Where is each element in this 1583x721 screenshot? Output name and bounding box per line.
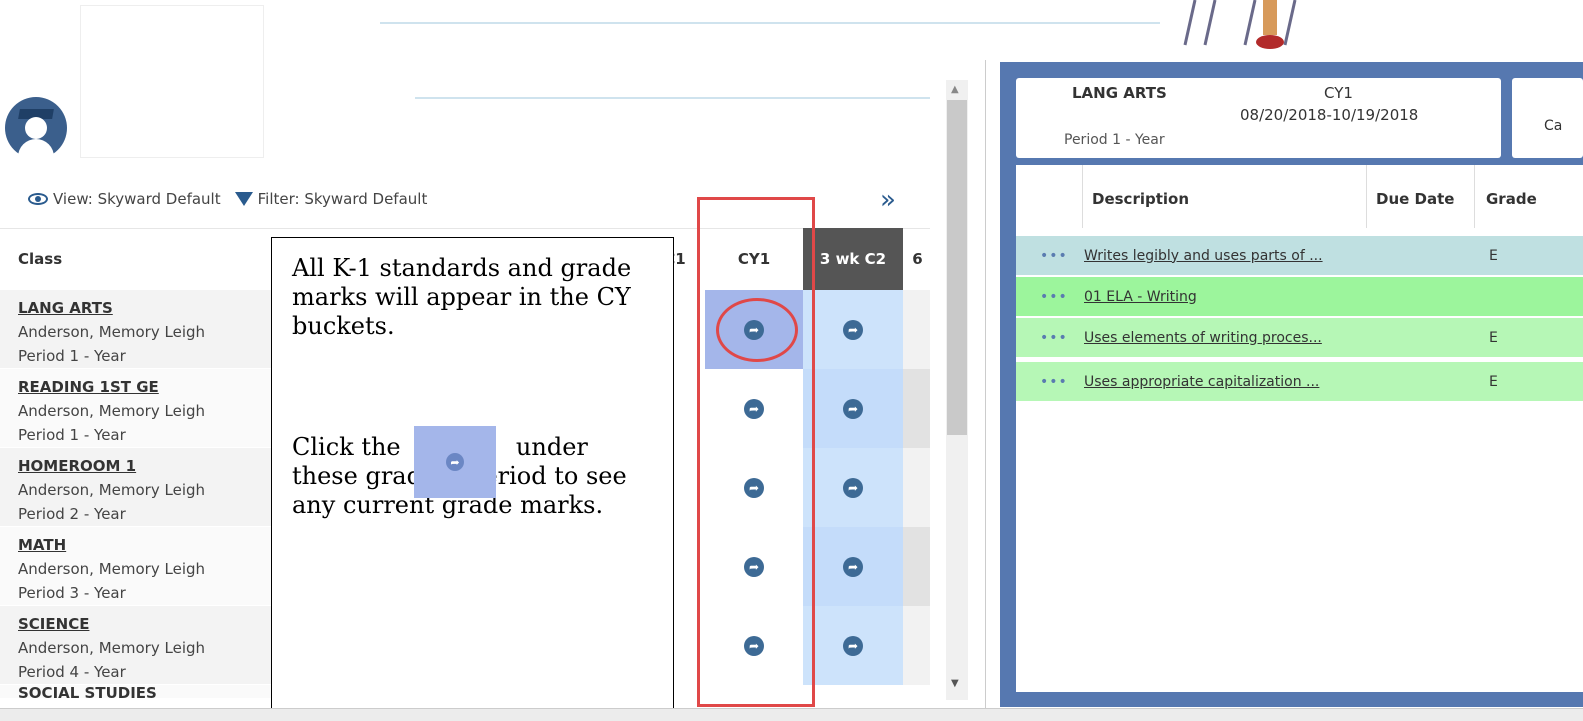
divider [415,97,930,99]
more-options-icon[interactable]: ••• [1016,289,1084,305]
divider [1082,165,1083,228]
filter-label: Filter: Skyward Default [257,190,428,208]
assignment-row: ••• Writes legibly and uses parts of ...… [1016,236,1583,275]
filter-selector[interactable]: Filter: Skyward Default [234,190,428,208]
grade-value: E [1489,247,1498,264]
student-avatar-icon[interactable] [5,97,67,159]
divider [1366,165,1367,228]
view-label: View: Skyward Default [53,190,221,208]
grid-cell[interactable] [903,290,930,369]
school-logo [80,5,264,158]
c2-column: ➦ ➦ ➦ ➦ ➦ [803,290,903,685]
c2-column-header[interactable]: 3 wk C2 [803,228,903,290]
grid-cell[interactable] [903,448,930,527]
grid-cell[interactable] [903,527,930,606]
c2-cell[interactable]: ➦ [803,290,903,369]
detail-term: CY1 [1324,84,1353,102]
arrow-icon[interactable]: ➦ [843,635,863,656]
scroll-up-icon[interactable]: ▲ [951,84,959,95]
c2-cell[interactable]: ➦ [803,448,903,527]
arrow-icon[interactable]: ➦ [843,477,863,498]
grade-value: E [1489,373,1498,390]
grade-value: E [1489,329,1498,346]
c2-cell[interactable]: ➦ [803,606,903,685]
horizontal-scrollbar[interactable] [0,708,1583,721]
grade-cell-example: ➦ [414,426,496,498]
highlight-circle [716,298,798,362]
assignment-row: ••• Uses appropriate capitalization ... … [1016,362,1583,401]
callout-text-1: All K-1 standards and grade marks will a… [292,254,632,340]
filter-icon [234,192,253,206]
arrow-icon: ➦ [446,453,464,471]
view-selector[interactable]: View: Skyward Default [28,190,221,208]
divider [985,60,986,708]
class-summary-card: LANG ARTS CY1 08/20/2018-10/19/2018 Peri… [1016,78,1501,158]
due-date-header[interactable]: Due Date [1376,190,1454,208]
next-column-header[interactable]: 6 [905,228,930,290]
callout-text-2b: under [515,433,588,461]
grade-header[interactable]: Grade [1486,190,1537,208]
instruction-callout: All K-1 standards and grade marks will a… [271,237,674,712]
detail-class-name: LANG ARTS [1072,84,1167,102]
arrow-icon[interactable]: ➦ [843,398,863,419]
assignment-row: ••• Uses elements of writing proces... E [1016,318,1583,357]
clipart-student-icon [1175,0,1305,60]
c2-cell[interactable]: ➦ [803,527,903,606]
c2-cell[interactable]: ➦ [803,369,903,448]
assignment-link[interactable]: Writes legibly and uses parts of ... [1084,248,1360,264]
callout-text-2a: Click the [292,433,401,461]
category-card[interactable]: Ca [1512,78,1583,158]
highlight-box [697,197,815,707]
scroll-down-icon[interactable]: ▼ [951,678,959,689]
grid-toolbar: View: Skyward Default Filter: Skyward De… [28,190,427,208]
next-column-cells [903,290,930,685]
detail-dates: 08/20/2018-10/19/2018 [1240,106,1419,124]
detail-period: Period 1 - Year [1064,132,1165,148]
divider [380,22,1160,24]
grid-cell[interactable] [903,606,930,685]
assignment-link[interactable]: Uses appropriate capitalization ... [1084,374,1360,390]
divider [1474,165,1475,228]
assignment-link[interactable]: 01 ELA - Writing [1084,289,1360,305]
more-options-icon[interactable]: ••• [1016,248,1084,264]
grid-cell[interactable] [903,369,930,448]
more-options-icon[interactable]: ••• [1016,330,1084,346]
next-columns-icon[interactable]: » [880,185,896,215]
class-column-header[interactable]: Class [18,228,62,290]
scrollbar-thumb[interactable] [947,100,967,435]
more-options-icon[interactable]: ••• [1016,374,1084,390]
category-card-label: Ca [1544,118,1563,134]
eye-icon [28,193,48,205]
assignment-link[interactable]: Uses elements of writing proces... [1084,330,1360,346]
assignment-row: ••• 01 ELA - Writing [1016,277,1583,316]
description-header[interactable]: Description [1092,190,1189,208]
arrow-icon[interactable]: ➦ [843,319,863,340]
arrow-icon[interactable]: ➦ [843,556,863,577]
